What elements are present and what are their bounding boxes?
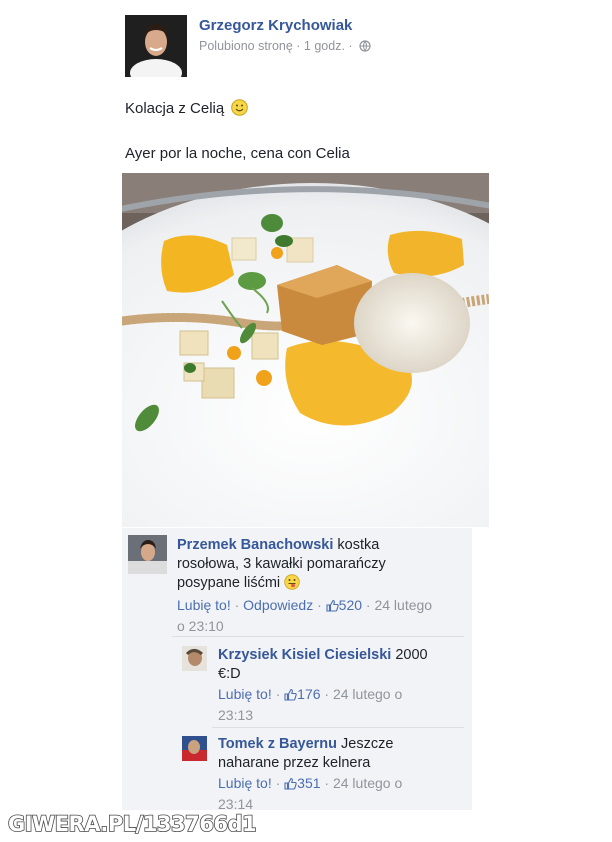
post-text-polish-label: Kolacja z Celią: [125, 100, 225, 117]
comment-body: kostka: [333, 537, 380, 553]
commenter-avatar[interactable]: [128, 535, 167, 574]
author-name[interactable]: Grzegorz Krychowiak: [199, 17, 352, 34]
reply-divider: [172, 636, 464, 637]
commenter-name[interactable]: Przemek Banachowski: [177, 537, 333, 553]
comment-body-line-2: rosołowa, 3 kawałki pomarańczy: [177, 556, 386, 572]
reply-text: Krzysiek Kisiel Ciesielski 2000 €:D: [218, 646, 468, 684]
reply-actions: Lubię to! · 351 · 24 lutego o 23:14: [218, 774, 468, 814]
reply-divider: [212, 727, 464, 728]
comment-body-line-3: posypane liśćmi: [177, 575, 281, 591]
thumbs-up-icon: [326, 598, 339, 617]
post-timestamp[interactable]: Polubiono stronę · 1 godz. ·: [199, 39, 353, 53]
reply-time-line-2[interactable]: 23:14: [218, 796, 253, 812]
like-count[interactable]: 520: [339, 597, 362, 613]
comment-1: Przemek Banachowski kostka rosołowa, 3 k…: [122, 528, 472, 638]
thumbs-up-icon: [284, 687, 297, 706]
like-button[interactable]: Lubię to!: [218, 775, 272, 791]
smile-emoji-icon: [231, 99, 249, 120]
separator: ·: [313, 597, 326, 613]
globe-icon: [359, 40, 371, 55]
separator: ·: [271, 686, 285, 702]
like-button[interactable]: Lubię to!: [218, 686, 272, 702]
tongue-emoji-icon: [284, 574, 300, 596]
like-count[interactable]: 351: [297, 775, 320, 791]
post-text-polish: Kolacja z Celią: [125, 99, 249, 120]
reply-time: · 24 lutego o: [320, 686, 403, 702]
comment-text: Przemek Banachowski kostka rosołowa, 3 k…: [177, 536, 467, 596]
reply-1: Krzysiek Kisiel Ciesielski 2000 €:D Lubi…: [177, 640, 472, 724]
author-avatar[interactable]: [125, 15, 187, 77]
post-text-spanish: Ayer por la noche, cena con Celia: [125, 145, 350, 162]
reply-time-line-2[interactable]: 23:13: [218, 707, 253, 723]
post-meta: Polubiono stronę · 1 godz. ·: [199, 39, 371, 55]
reply-time: · 24 lutego o: [320, 775, 403, 791]
replier-name[interactable]: Tomek z Bayernu: [218, 736, 337, 752]
separator: ·: [271, 775, 285, 791]
reply-button[interactable]: Odpowiedz: [243, 597, 313, 613]
reply-body-line-2: €:D: [218, 666, 241, 682]
food-plate-photo[interactable]: [122, 173, 489, 527]
like-button[interactable]: Lubię to!: [177, 597, 231, 613]
separator: ·: [230, 597, 244, 613]
reply-2: Tomek z Bayernu Jeszcze naharane przez k…: [177, 730, 472, 812]
comment-time: · 24 lutego: [362, 597, 433, 613]
post-header: Grzegorz Krychowiak Polubiono stronę · 1…: [125, 15, 505, 77]
site-watermark: GIWERA.PL/133766d1: [7, 811, 257, 837]
reply-text: Tomek z Bayernu Jeszcze naharane przez k…: [218, 735, 468, 773]
replier-name[interactable]: Krzysiek Kisiel Ciesielski: [218, 647, 391, 663]
comment-time-line-2[interactable]: o 23:10: [177, 618, 224, 634]
comments-section: Przemek Banachowski kostka rosołowa, 3 k…: [122, 528, 472, 812]
reply-body-line-2: naharane przez kelnera: [218, 755, 371, 771]
like-count[interactable]: 176: [297, 686, 320, 702]
reply-actions: Lubię to! · 176 · 24 lutego o 23:13: [218, 685, 468, 725]
thumbs-up-icon: [284, 776, 297, 795]
reply-body: 2000: [391, 647, 428, 663]
reply-body: Jeszcze: [337, 736, 394, 752]
replier-avatar[interactable]: [182, 646, 207, 671]
replier-avatar[interactable]: [182, 736, 207, 761]
comment-actions: Lubię to! · Odpowiedz · 520 · 24 lutego …: [177, 596, 467, 636]
